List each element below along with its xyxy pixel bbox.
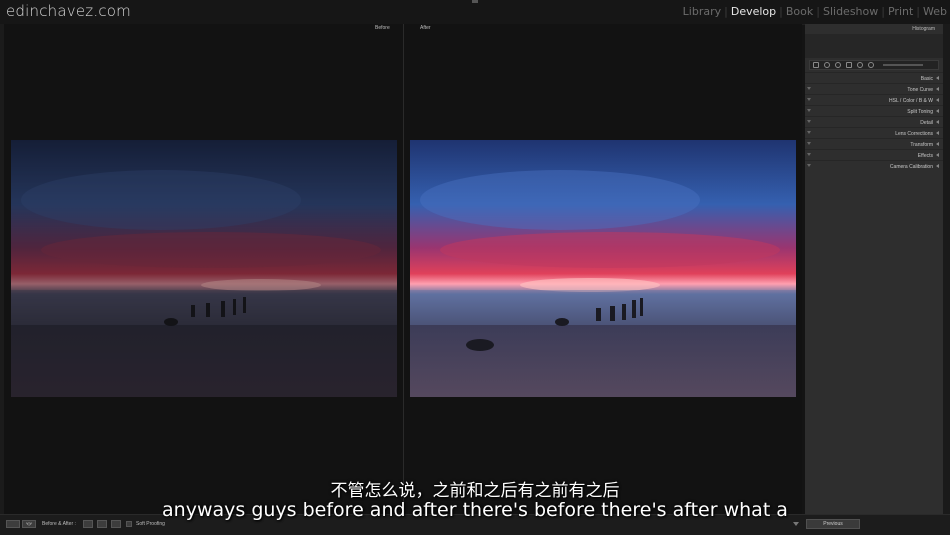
panel-section-hsl-color[interactable]: HSL / Color / B & W	[805, 94, 943, 105]
expand-arrow-icon	[936, 131, 939, 135]
copy-before-to-after-icon[interactable]	[83, 520, 93, 528]
graduated-filter-tool-icon[interactable]	[846, 62, 852, 68]
top-bar: edinchavez.com Library | Develop | Book …	[0, 0, 950, 25]
panel-section-detail[interactable]: Detail	[805, 116, 943, 127]
after-photo[interactable]	[410, 140, 796, 397]
loupe-view-button[interactable]	[6, 520, 20, 528]
histogram-area	[805, 34, 943, 58]
before-after-divider	[403, 24, 404, 514]
before-after-view-button[interactable]: Y|Y	[22, 520, 36, 528]
before-photo[interactable]	[11, 140, 397, 397]
panel-toggle-icon[interactable]	[807, 120, 811, 123]
panel-toggle-icon[interactable]	[807, 131, 811, 134]
panel-section-tone-curve[interactable]: Tone Curve	[805, 83, 943, 94]
panel-toggle-icon[interactable]	[807, 109, 811, 112]
before-after-label: Before & After :	[42, 521, 76, 527]
after-label: After	[420, 25, 431, 31]
develop-right-panel: Histogram Basic Tone Curve HSL / Color /…	[805, 24, 943, 514]
histogram-title: Histogram	[912, 26, 935, 32]
swap-before-after-icon[interactable]	[111, 520, 121, 528]
top-panel-toggle-icon[interactable]	[472, 0, 478, 3]
module-print[interactable]: Print	[885, 5, 916, 18]
panel-section-label: Split Toning	[907, 109, 933, 115]
soft-proofing-label: Soft Proofing	[136, 521, 165, 527]
expand-arrow-icon	[936, 87, 939, 91]
panel-section-camera-calibration[interactable]: Camera Calibration	[805, 160, 943, 171]
expand-arrow-icon	[936, 153, 939, 157]
panel-section-label: Tone Curve	[907, 87, 933, 93]
expand-arrow-icon	[936, 76, 939, 80]
panel-section-label: Basic	[920, 76, 933, 82]
expand-arrow-icon	[936, 164, 939, 168]
crop-tool-icon[interactable]	[813, 62, 819, 68]
spot-removal-tool-icon[interactable]	[824, 62, 830, 68]
tool-strip-slider[interactable]	[883, 64, 923, 66]
radial-filter-tool-icon[interactable]	[857, 62, 863, 68]
red-eye-tool-icon[interactable]	[835, 62, 841, 68]
panel-toggle-icon[interactable]	[807, 142, 811, 145]
after-photo-image	[410, 140, 796, 397]
before-photo-image	[11, 140, 397, 397]
panel-section-label: HSL / Color / B & W	[889, 98, 933, 104]
expand-arrow-icon	[936, 120, 939, 124]
expand-arrow-icon	[936, 109, 939, 113]
module-picker: Library | Develop | Book | Slideshow | P…	[680, 5, 950, 18]
subtitle-english: anyways guys before and after there's be…	[162, 499, 788, 521]
histogram-header[interactable]: Histogram	[805, 24, 943, 34]
before-label: Before	[375, 25, 390, 31]
panel-section-effects[interactable]: Effects	[805, 149, 943, 160]
panel-section-label: Lens Corrections	[895, 131, 933, 137]
module-book[interactable]: Book	[783, 5, 816, 18]
subtitle-chinese: 不管怎么说，之前和之后有之前有之后	[330, 481, 620, 501]
copy-after-to-before-icon[interactable]	[97, 520, 107, 528]
panel-section-label: Effects	[917, 153, 933, 159]
panel-section-label: Transform	[910, 142, 933, 148]
module-slideshow[interactable]: Slideshow	[820, 5, 881, 18]
expand-arrow-icon	[936, 142, 939, 146]
panel-section-label: Camera Calibration	[889, 164, 933, 170]
panel-toggle-icon[interactable]	[807, 164, 811, 167]
panel-section-split-toning[interactable]: Split Toning	[805, 105, 943, 116]
soft-proofing-checkbox[interactable]	[126, 521, 132, 527]
adjustment-brush-tool-icon[interactable]	[868, 62, 874, 68]
panel-toggle-icon[interactable]	[807, 87, 811, 90]
module-develop[interactable]: Develop	[728, 5, 779, 18]
panel-toggle-icon[interactable]	[807, 98, 811, 101]
panel-section-transform[interactable]: Transform	[805, 138, 943, 149]
develop-tool-strip	[809, 60, 939, 70]
right-panel-edge[interactable]	[943, 24, 950, 514]
panel-section-lens-corrections[interactable]: Lens Corrections	[805, 127, 943, 138]
panel-section-basic[interactable]: Basic	[805, 72, 943, 83]
panel-toggle-icon[interactable]	[807, 153, 811, 156]
expand-arrow-icon	[936, 98, 939, 102]
panel-section-label: Detail	[920, 120, 933, 126]
module-library[interactable]: Library	[680, 5, 724, 18]
identity-plate-logo: edinchavez.com	[6, 2, 131, 20]
toolbar-menu-arrow-icon[interactable]	[793, 522, 799, 526]
module-web[interactable]: Web	[920, 5, 950, 18]
